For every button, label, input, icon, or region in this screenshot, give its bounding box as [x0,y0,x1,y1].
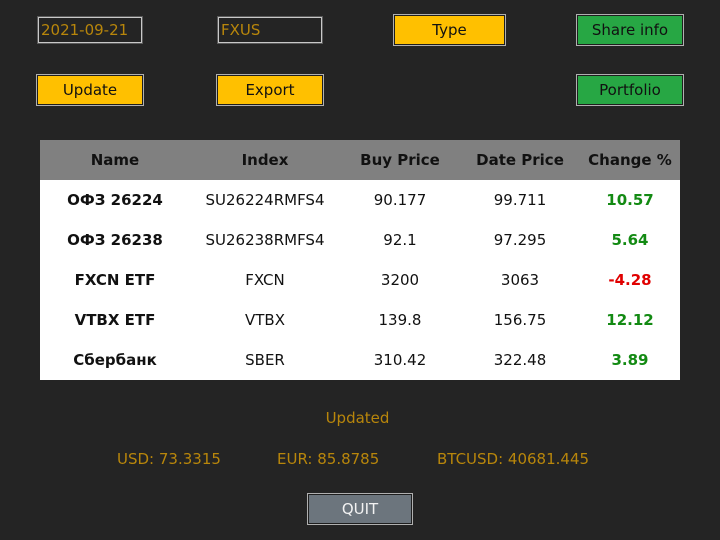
eur-rate: EUR: 85.8785 [277,450,380,468]
row-change: 3.89 [611,351,649,369]
table-row: Сбербанк SBER 310.42 322.48 3.89 [40,340,680,380]
row-name: ОФЗ 26224 [67,191,163,209]
row-name: Сбербанк [73,351,157,369]
export-button[interactable]: Export [216,74,324,106]
row-name: VTBX ETF [74,311,156,329]
updated-status: Updated [325,409,390,427]
row-date-price: 156.75 [493,311,547,329]
row-change: -4.28 [608,271,652,289]
table-row: FXCN ETF FXCN 3200 3063 -4.28 [40,260,680,300]
share-info-button[interactable]: Share info [576,14,684,46]
ticker-input[interactable]: FXUS [217,16,323,44]
row-date-price: 99.711 [493,191,547,209]
table-row: VTBX ETF VTBX 139.8 156.75 12.12 [40,300,680,340]
row-name: FXCN ETF [74,271,156,289]
row-buy-price: 310.42 [373,351,427,369]
column-header-name: Name [90,151,140,169]
row-buy-price: 90.177 [373,191,427,209]
row-date-price: 97.295 [493,231,547,249]
row-buy-price: 92.1 [383,231,417,249]
row-buy-price: 139.8 [378,311,422,329]
row-index: VTBX [245,311,285,329]
quit-button[interactable]: QUIT [307,493,413,525]
column-header-index: Index [241,151,289,169]
row-date-price: 3063 [500,271,540,289]
portfolio-table: Name Index Buy Price Date Price Change %… [40,140,680,380]
table-header: Name Index Buy Price Date Price Change % [40,140,680,180]
table-row: ОФЗ 26238 SU26238RMFS4 92.1 97.295 5.64 [40,220,680,260]
row-index: FXCN [245,271,285,289]
row-change: 10.57 [606,191,654,209]
row-date-price: 322.48 [493,351,547,369]
btcusd-rate: BTCUSD: 40681.445 [437,450,590,468]
type-button[interactable]: Type [393,14,506,46]
update-button[interactable]: Update [36,74,144,106]
row-change: 12.12 [606,311,654,329]
row-change: 5.64 [611,231,649,249]
table-row: ОФЗ 26224 SU26224RMFS4 90.177 99.711 10.… [40,180,680,220]
column-header-change: Change % [588,151,672,169]
column-header-buy-price: Buy Price [360,151,440,169]
column-header-date-price: Date Price [476,151,564,169]
row-name: ОФЗ 26238 [67,231,163,249]
row-index: SBER [245,351,285,369]
row-index: SU26224RMFS4 [205,191,325,209]
usd-rate: USD: 73.3315 [117,450,221,468]
row-index: SU26238RMFS4 [205,231,325,249]
row-buy-price: 3200 [380,271,420,289]
date-input[interactable]: 2021-09-21 [37,16,143,44]
portfolio-button[interactable]: Portfolio [576,74,684,106]
